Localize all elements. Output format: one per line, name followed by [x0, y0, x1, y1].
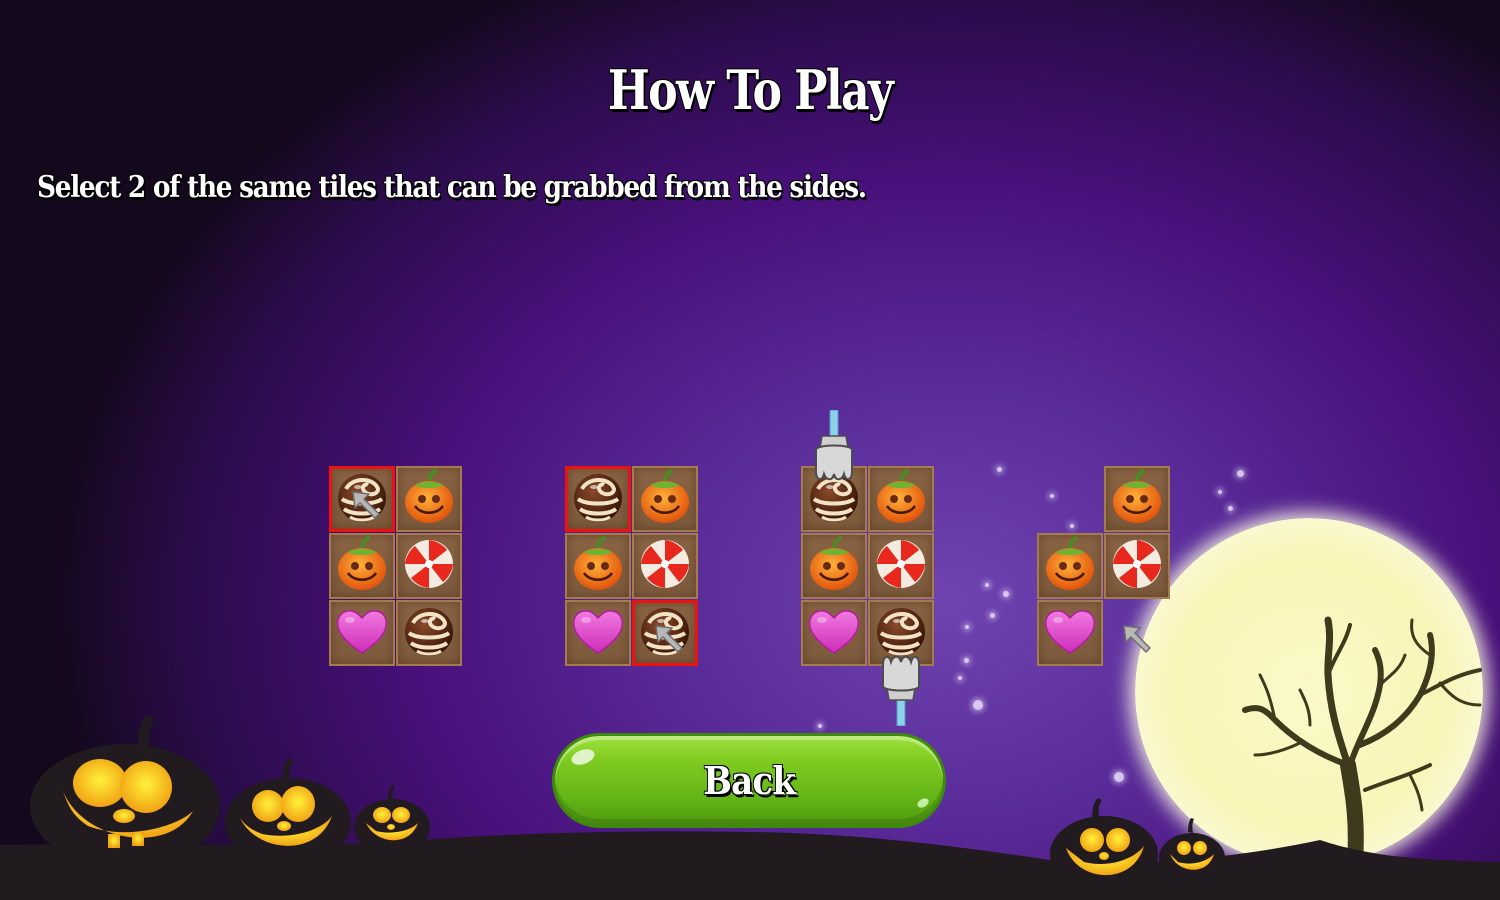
tile-pumpkin[interactable] — [632, 466, 698, 532]
tutorial-step-1 — [329, 466, 463, 667]
jack-o-lantern-right-large — [1050, 798, 1158, 892]
pumpkin-icon — [873, 469, 929, 529]
tile-peppermint[interactable] — [1104, 533, 1170, 599]
peppermint-icon — [873, 536, 929, 596]
how-to-play-screen: How To Play Select 2 of the same tiles t… — [0, 0, 1500, 900]
tile-peppermint[interactable] — [396, 533, 462, 599]
page-title: How To Play — [607, 58, 894, 122]
grabber-claw-bottom-icon — [879, 626, 923, 730]
pointer-cursor-icon — [349, 488, 383, 522]
jack-o-lantern-right-small — [1159, 818, 1225, 883]
back-button-label: Back — [703, 758, 796, 803]
button-gloss — [569, 746, 597, 768]
tile-pumpkin[interactable] — [801, 533, 867, 599]
tutorial-step-2 — [565, 466, 699, 667]
heart-icon — [334, 603, 390, 663]
pumpkin-icon — [570, 536, 626, 596]
pumpkin-icon — [1042, 536, 1098, 596]
peppermint-icon — [637, 536, 693, 596]
pumpkin-icon — [1109, 469, 1165, 529]
tile-peppermint[interactable] — [868, 533, 934, 599]
tile-chocolate-swirl[interactable] — [396, 600, 462, 666]
pumpkin-icon — [806, 536, 862, 596]
chocolate-swirl-icon — [570, 469, 626, 529]
heart-icon — [1042, 603, 1098, 663]
tile-pumpkin[interactable] — [396, 466, 462, 532]
tile-pumpkin[interactable] — [565, 533, 631, 599]
tile-heart[interactable] — [565, 600, 631, 666]
bare-tree — [1242, 616, 1482, 873]
back-button[interactable]: Back — [552, 733, 946, 828]
pointer-cursor-icon — [1120, 622, 1154, 656]
tile-heart[interactable] — [1037, 600, 1103, 666]
heart-icon — [806, 603, 862, 663]
tile-pumpkin[interactable] — [1104, 466, 1170, 532]
tutorial-step-3 — [801, 409, 935, 727]
tile-pumpkin[interactable] — [329, 533, 395, 599]
peppermint-icon — [1109, 536, 1165, 596]
tile-heart[interactable] — [329, 600, 395, 666]
pointer-cursor-icon — [652, 622, 686, 656]
pumpkin-icon — [637, 469, 693, 529]
peppermint-icon — [401, 536, 457, 596]
instruction-text: Select 2 of the same tiles that can be g… — [37, 170, 867, 205]
tile-peppermint[interactable] — [632, 533, 698, 599]
pumpkin-icon — [334, 536, 390, 596]
jack-o-lantern-medium — [225, 758, 351, 866]
grabber-claw-top-icon — [812, 409, 856, 514]
jack-o-lantern-small — [354, 785, 430, 855]
jack-o-lantern-large — [30, 716, 220, 866]
tile-pumpkin[interactable] — [1037, 533, 1103, 599]
tile-pumpkin[interactable] — [868, 466, 934, 532]
tile-heart[interactable] — [801, 600, 867, 666]
heart-icon — [570, 603, 626, 663]
chocolate-swirl-icon — [401, 603, 457, 663]
tutorial-step-4 — [1037, 466, 1171, 667]
tile-chocolate-swirl[interactable] — [565, 466, 631, 532]
button-gloss — [915, 796, 931, 810]
pumpkin-icon — [401, 469, 457, 529]
